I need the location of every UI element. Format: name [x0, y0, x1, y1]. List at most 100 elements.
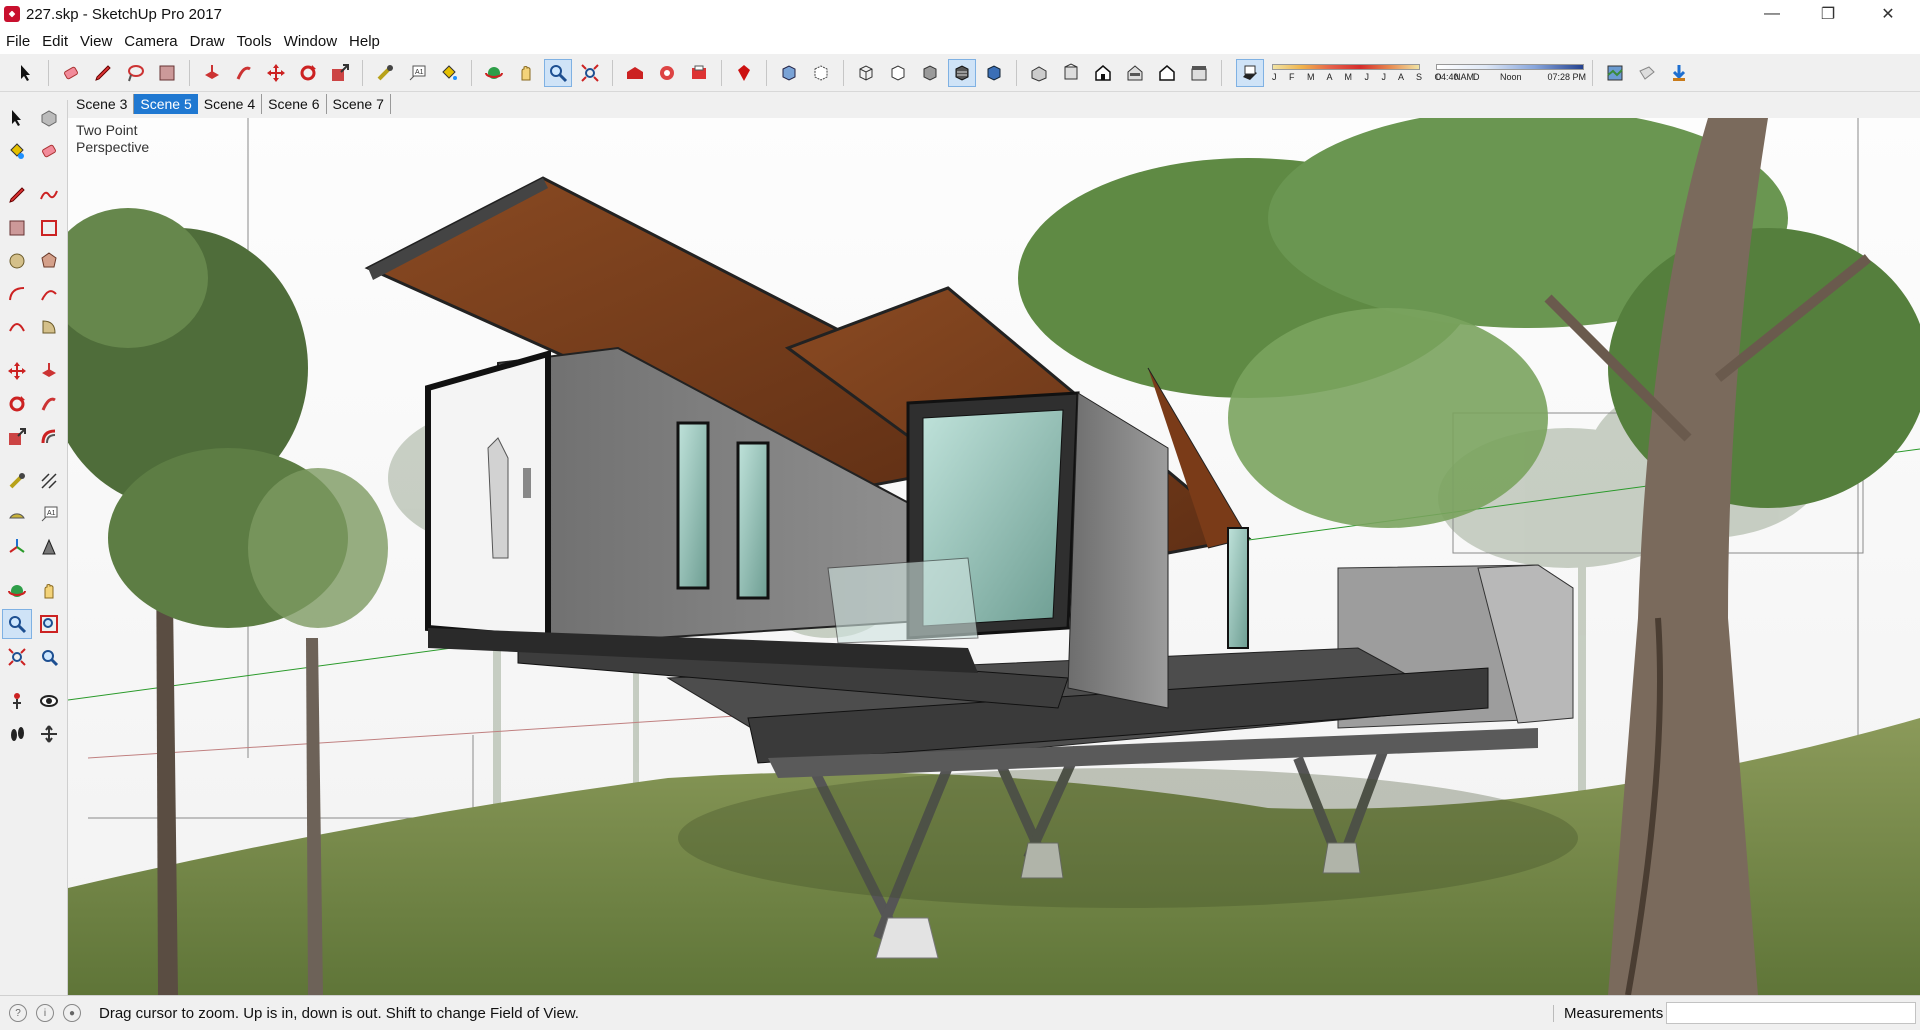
measurements-input[interactable] [1666, 1002, 1916, 1024]
paint-bucket-tool-icon[interactable] [3, 137, 31, 165]
dimension-tool-icon[interactable] [35, 467, 63, 495]
date-slider[interactable]: J F M A M J J A S O N D [1272, 63, 1480, 82]
rotated-rectangle-tool-icon[interactable] [35, 214, 63, 242]
menu-help[interactable]: Help [343, 33, 386, 50]
walk-tool-icon[interactable] [3, 720, 31, 748]
menu-camera[interactable]: Camera [118, 33, 183, 50]
line-tool-icon[interactable] [3, 181, 31, 209]
share-icon[interactable] [686, 60, 712, 86]
menu-window[interactable]: Window [278, 33, 343, 50]
maximize-button[interactable]: ❐ [1800, 0, 1856, 28]
right-view-icon[interactable] [1122, 60, 1148, 86]
push-pull-tool-icon[interactable] [35, 357, 63, 385]
text-icon[interactable]: A1 [404, 60, 430, 86]
3d-text-tool-icon[interactable] [35, 533, 63, 561]
select-icon[interactable] [13, 60, 39, 86]
menu-file[interactable]: File [0, 33, 36, 50]
freehand-tool-icon[interactable] [35, 181, 63, 209]
orbit-icon[interactable] [481, 60, 507, 86]
monochrome-icon[interactable] [981, 60, 1007, 86]
pan-tool-icon[interactable] [35, 577, 63, 605]
follow-me-icon[interactable] [231, 60, 257, 86]
three-point-arc-icon[interactable] [3, 313, 31, 341]
circle-tool-icon[interactable] [3, 247, 31, 275]
axes-tool-icon[interactable] [3, 533, 31, 561]
look-around-tool-icon[interactable] [35, 687, 63, 715]
iso-view-icon[interactable] [1026, 60, 1052, 86]
minimize-button[interactable]: — [1744, 0, 1800, 28]
back-edges-icon[interactable] [808, 60, 834, 86]
zoom-extents-icon[interactable] [577, 60, 603, 86]
time-slider[interactable]: 04:40 AM Noon 07:28 PM [1436, 63, 1586, 82]
orbit-tool-icon[interactable] [3, 577, 31, 605]
add-location-icon[interactable] [1666, 60, 1692, 86]
wireframe-icon[interactable] [853, 60, 879, 86]
toolbar-separator [1221, 59, 1222, 86]
rotate-tool-icon[interactable] [3, 390, 31, 418]
ruby-icon[interactable] [731, 60, 757, 86]
left-view-icon[interactable] [1186, 60, 1212, 86]
tab-scene-5[interactable]: Scene 5 [134, 94, 198, 114]
arc-tool-icon[interactable] [3, 280, 31, 308]
tab-scene-7[interactable]: Scene 7 [327, 94, 391, 114]
text-tool-icon[interactable]: A1 [35, 500, 63, 528]
zoom-extents-tool-icon[interactable] [3, 643, 31, 671]
toolbar-separator [721, 59, 722, 86]
warehouse-icon[interactable] [622, 60, 648, 86]
hidden-line-icon[interactable] [885, 60, 911, 86]
polygon-tool-icon[interactable] [35, 247, 63, 275]
position-camera-tool-icon[interactable] [3, 687, 31, 715]
menu-draw[interactable]: Draw [184, 33, 231, 50]
shaded-texture-icon[interactable] [948, 58, 976, 87]
move-icon[interactable] [263, 60, 289, 86]
pencil-icon[interactable] [90, 60, 116, 86]
user-account-icon[interactable]: ● [63, 1004, 81, 1022]
pie-tool-icon[interactable] [35, 313, 63, 341]
tab-scene-6[interactable]: Scene 6 [262, 94, 327, 114]
shadows-toggle-icon[interactable] [1236, 58, 1264, 87]
protractor-tool-icon[interactable] [3, 500, 31, 528]
top-view-icon[interactable] [1058, 60, 1084, 86]
credits-status-icon[interactable]: i [36, 1004, 54, 1022]
select-tool-icon[interactable] [3, 104, 31, 132]
model-viewport[interactable]: Two Point Perspective [68, 118, 1920, 995]
rotate-icon[interactable] [295, 60, 321, 86]
lasso-icon[interactable] [122, 60, 148, 86]
tape-measure-tool-icon[interactable] [3, 467, 31, 495]
front-view-icon[interactable] [1090, 60, 1116, 86]
section-plane-tool-icon[interactable] [35, 720, 63, 748]
paint-bucket-icon[interactable] [436, 60, 462, 86]
zoom-icon[interactable] [544, 58, 572, 87]
rectangle-tool-icon[interactable] [3, 214, 31, 242]
menu-tools[interactable]: Tools [231, 33, 278, 50]
extension-icon[interactable] [654, 60, 680, 86]
tape-measure-icon[interactable] [372, 60, 398, 86]
eraser-tool-icon[interactable] [35, 137, 63, 165]
tab-scene-4[interactable]: Scene 4 [198, 94, 263, 114]
move-tool-icon[interactable] [3, 357, 31, 385]
pan-icon[interactable] [513, 60, 539, 86]
zoom-tool-icon[interactable] [2, 609, 32, 639]
menu-edit[interactable]: Edit [36, 33, 74, 50]
push-pull-icon[interactable] [199, 60, 225, 86]
close-button[interactable]: ✕ [1860, 0, 1916, 28]
xray-icon[interactable] [776, 60, 802, 86]
shaded-icon[interactable] [917, 60, 943, 86]
scale-tool-icon[interactable] [3, 423, 31, 451]
eraser-icon[interactable] [58, 60, 84, 86]
offset-tool-icon[interactable] [35, 423, 63, 451]
menu-view[interactable]: View [74, 33, 118, 50]
geo-location-status-icon[interactable]: ? [9, 1004, 27, 1022]
photo-texture-icon[interactable] [1634, 60, 1660, 86]
two-point-arc-icon[interactable] [35, 280, 63, 308]
previous-view-tool-icon[interactable] [35, 643, 63, 671]
zoom-window-tool-icon[interactable] [35, 610, 63, 638]
make-component-icon[interactable] [35, 104, 63, 132]
rectangle-icon[interactable] [154, 60, 180, 86]
follow-me-tool-icon[interactable] [35, 390, 63, 418]
scale-icon[interactable] [327, 60, 353, 86]
geo-location-icon[interactable] [1602, 60, 1628, 86]
tab-scene-3[interactable]: Scene 3 [70, 94, 135, 114]
back-view-icon[interactable] [1154, 60, 1180, 86]
svg-text:A1: A1 [415, 69, 424, 76]
